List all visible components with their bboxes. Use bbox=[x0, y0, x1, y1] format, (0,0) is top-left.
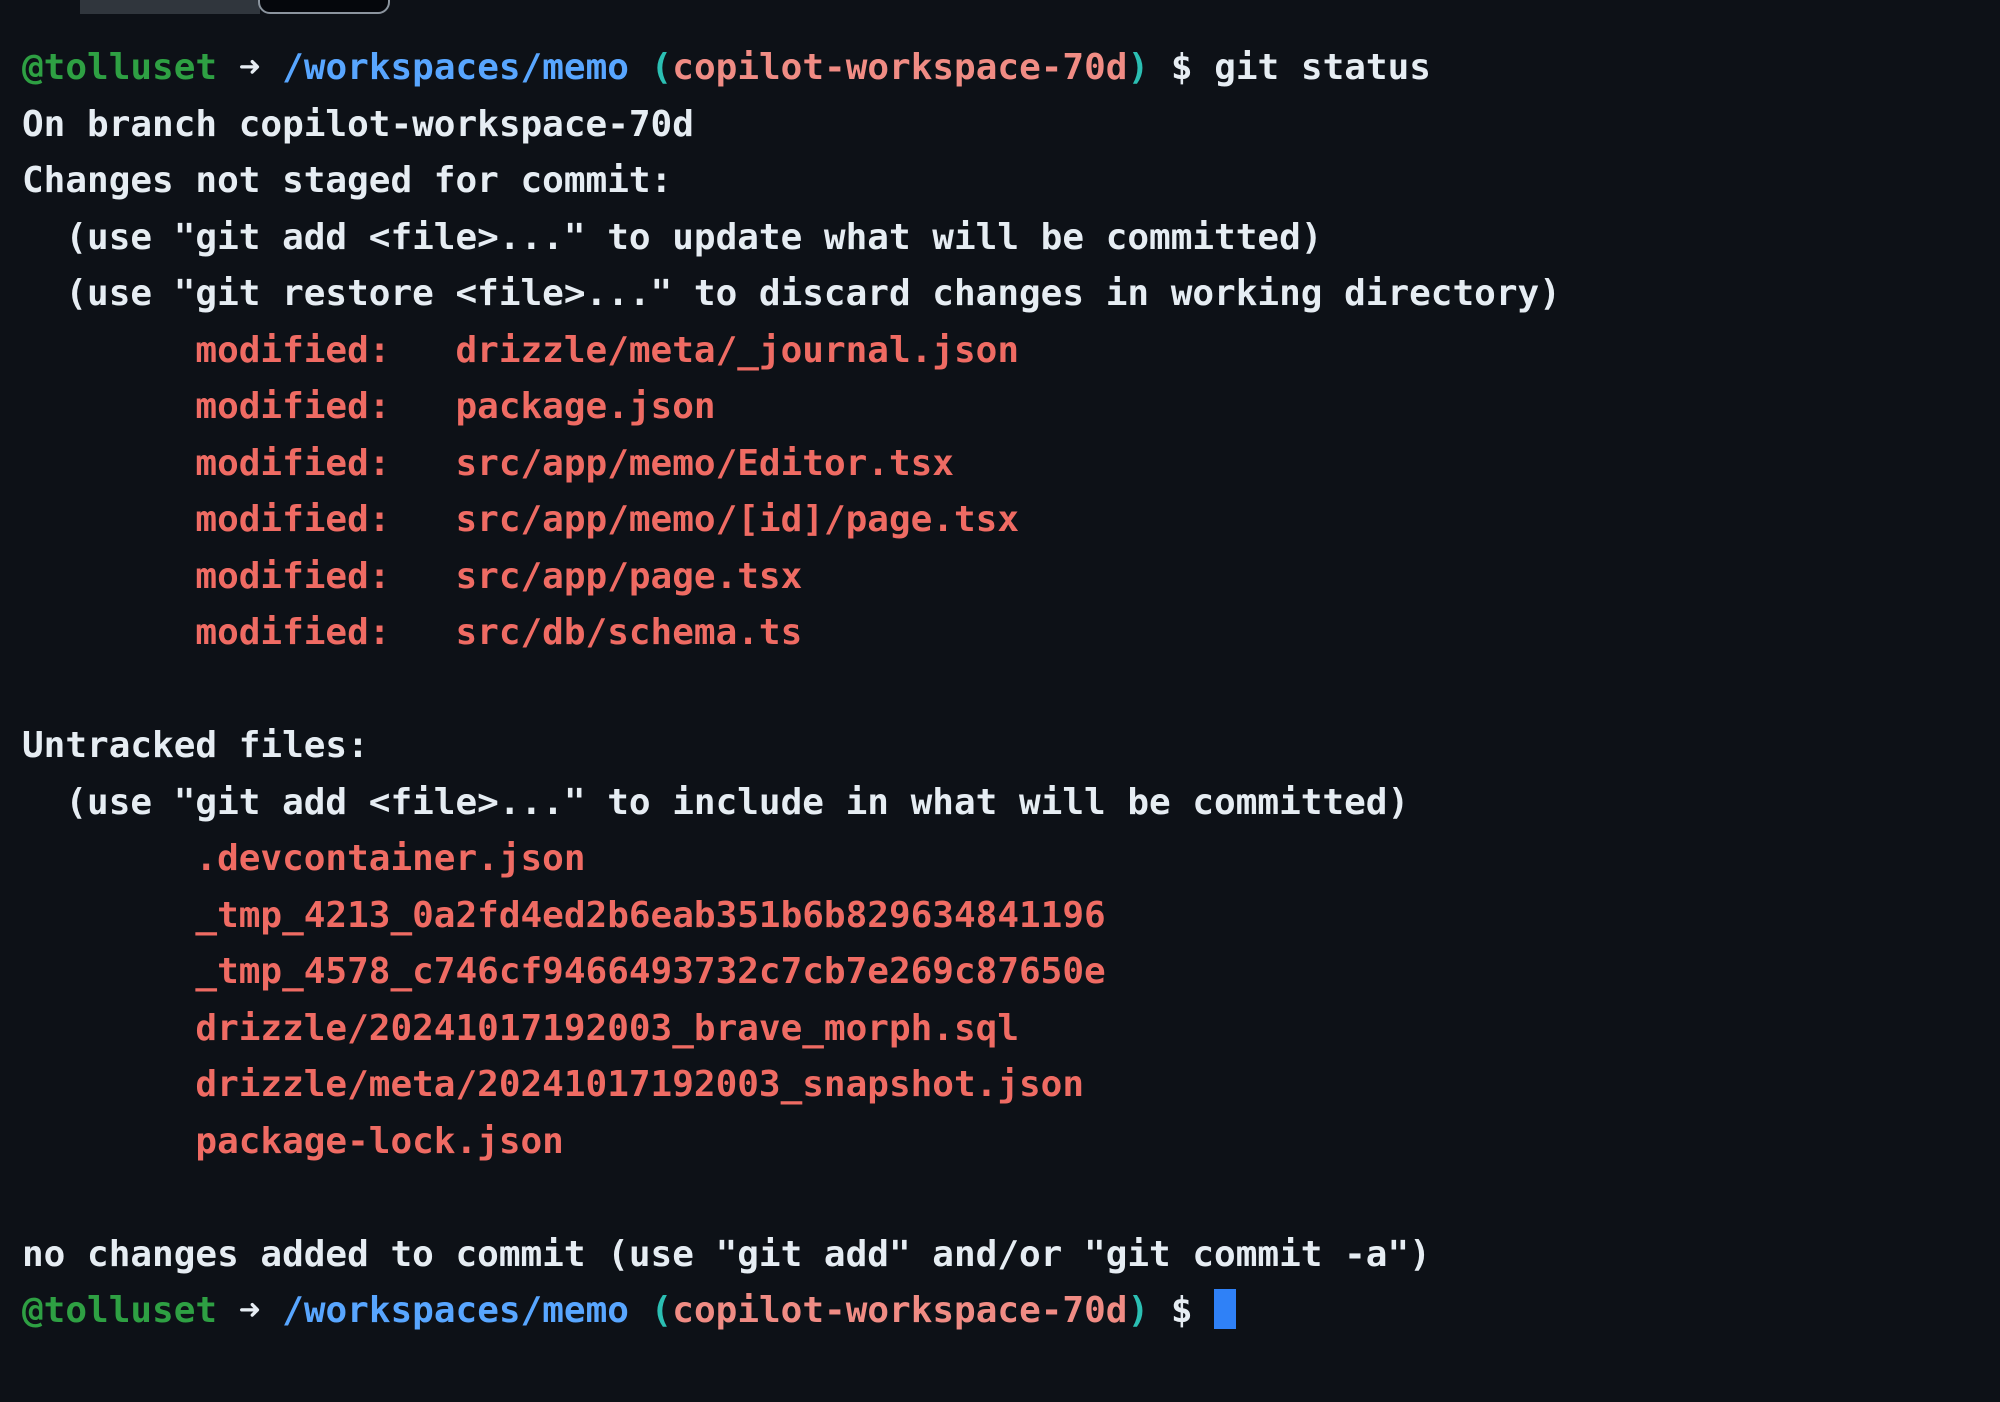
modified-path: src/app/memo/[id]/page.tsx bbox=[455, 499, 1020, 540]
prompt-paren-open: ( bbox=[650, 47, 673, 88]
modified-status: modified: bbox=[22, 555, 456, 597]
prompt-paren-close: ) bbox=[1127, 47, 1150, 88]
modified-file-row: modified: package.json bbox=[22, 379, 2000, 436]
tab-active[interactable] bbox=[258, 0, 390, 14]
output-hint-add-update: (use "git add <file>..." to update what … bbox=[22, 216, 1323, 258]
untracked-file-row: drizzle/meta/20241017192003_snapshot.jso… bbox=[22, 1064, 1085, 1105]
prompt-paren-close: ) bbox=[1127, 1290, 1150, 1331]
modified-file-row: modified: drizzle/meta/_journal.json bbox=[22, 323, 2000, 380]
untracked-file-row: drizzle/20241017192003_brave_morph.sql bbox=[22, 1007, 1019, 1049]
terminal-cursor[interactable] bbox=[1214, 1289, 1237, 1329]
modified-file-row: modified: src/app/page.tsx bbox=[22, 549, 2000, 606]
modified-path: drizzle/meta/_journal.json bbox=[455, 329, 1020, 371]
modified-path: src/db/schema.ts bbox=[455, 612, 803, 653]
output-footer: no changes added to commit (use "git add… bbox=[22, 1233, 1431, 1275]
modified-status: modified: bbox=[22, 442, 456, 484]
prompt-dollar: $ bbox=[1170, 47, 1193, 88]
prompt-line-command: @tolluset ➜ /workspaces/memo (copilot-wo… bbox=[22, 40, 2000, 97]
modified-file-row: modified: src/app/memo/Editor.tsx bbox=[22, 436, 2000, 493]
prompt-path: /workspaces/memo bbox=[282, 1290, 629, 1331]
output-branch-line: On branch copilot-workspace-70d bbox=[22, 103, 694, 145]
output-hint-restore: (use "git restore <file>..." to discard … bbox=[22, 273, 1561, 314]
prompt-user: @tolluset bbox=[22, 47, 218, 88]
prompt-branch: copilot-workspace-70d bbox=[672, 47, 1128, 88]
prompt-user: @tolluset bbox=[22, 1290, 218, 1331]
prompt-arrow-icon: ➜ bbox=[238, 1290, 261, 1331]
output-untracked-header: Untracked files: bbox=[22, 725, 369, 766]
untracked-file-row: _tmp_4213_0a2fd4ed2b6eab351b6b8296348411… bbox=[22, 894, 1106, 936]
prompt-arrow-icon: ➜ bbox=[238, 47, 261, 88]
prompt-dollar: $ bbox=[1170, 1290, 1193, 1331]
modified-file-row: modified: src/db/schema.ts bbox=[22, 605, 2000, 662]
modified-status: modified: bbox=[22, 499, 456, 540]
terminal-output-pane[interactable]: @tolluset ➜ /workspaces/memo (copilot-wo… bbox=[0, 16, 2000, 1402]
modified-path: package.json bbox=[455, 386, 716, 427]
browser-tab-strip bbox=[0, 0, 2000, 16]
output-changes-header: Changes not staged for commit: bbox=[22, 160, 673, 201]
modified-status: modified: bbox=[22, 612, 456, 653]
prompt-path: /workspaces/memo bbox=[282, 47, 629, 88]
modified-path: src/app/page.tsx bbox=[455, 555, 803, 597]
modified-path: src/app/memo/Editor.tsx bbox=[455, 442, 954, 484]
modified-status: modified: bbox=[22, 329, 456, 371]
untracked-file-row: .devcontainer.json bbox=[22, 838, 586, 879]
untracked-file-row: package-lock.json bbox=[22, 1120, 564, 1162]
untracked-file-row: _tmp_4578_c746cf9466493732c7cb7e269c8765… bbox=[22, 951, 1106, 992]
tab-inactive[interactable] bbox=[80, 0, 260, 14]
modified-status: modified: bbox=[22, 386, 456, 427]
modified-file-row: modified: src/app/memo/[id]/page.tsx bbox=[22, 492, 2000, 549]
prompt-branch: copilot-workspace-70d bbox=[672, 1290, 1128, 1331]
output-hint-add-include: (use "git add <file>..." to include in w… bbox=[22, 781, 1410, 823]
prompt-paren-open: ( bbox=[650, 1290, 673, 1331]
terminal-command: git status bbox=[1214, 47, 1431, 88]
prompt-line-active: @tolluset ➜ /workspaces/memo (copilot-wo… bbox=[22, 1283, 2000, 1340]
